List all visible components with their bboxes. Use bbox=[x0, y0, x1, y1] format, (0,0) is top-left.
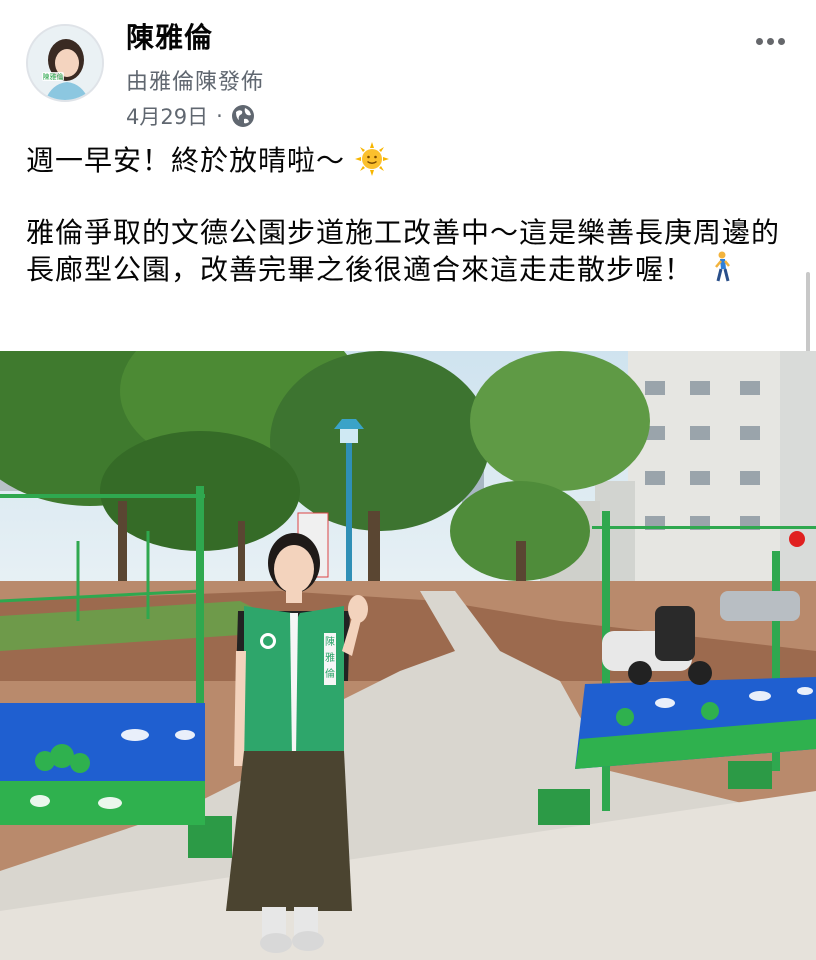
sun-face-emoji bbox=[354, 142, 389, 176]
avatar-badge-text: 陳雅倫 bbox=[43, 72, 64, 81]
post-text-line1: 週一早安！終於放晴啦～ bbox=[26, 142, 786, 179]
vest-name-2: 雅 bbox=[325, 651, 335, 664]
vest-name-3: 倫 bbox=[325, 667, 335, 680]
posted-by-label: 由雅倫陳發佈 bbox=[126, 70, 265, 95]
post-header: 陳雅倫 陳雅倫 由雅倫陳發佈 4月29日 · bbox=[0, 0, 816, 140]
parked-car bbox=[720, 591, 800, 621]
globe-icon bbox=[231, 105, 254, 127]
avatar-portrait: 陳雅倫 bbox=[28, 26, 102, 100]
post-text-paragraph2: 雅倫爭取的文德公園步道施工改善中～這是樂善長庚周邊的長廊型公園，改善完畢之後很適… bbox=[26, 215, 786, 288]
more-dot bbox=[777, 37, 785, 45]
post-text: 週一早安！終於放晴啦～ 雅倫爭取的文德公園步道施工改善中～這是樂善長庚周邊的長廊… bbox=[26, 142, 786, 288]
more-dot bbox=[766, 37, 774, 45]
post-meta: 4月29日 · bbox=[126, 101, 255, 131]
greeting-text: 週一早安！終於放晴啦～ bbox=[26, 144, 346, 177]
walking-person-emoji bbox=[714, 251, 730, 282]
vest-name-1: 陳 bbox=[325, 636, 335, 648]
more-horizontal-icon bbox=[755, 37, 763, 45]
author-name[interactable]: 陳雅倫 bbox=[126, 16, 213, 56]
body-text: 雅倫爭取的文德公園步道施工改善中～這是樂善長庚周邊的長廊型公園，改善完畢之後很適… bbox=[26, 216, 781, 286]
more-options-button[interactable] bbox=[750, 26, 790, 56]
author-avatar[interactable]: 陳雅倫 bbox=[26, 24, 104, 102]
post-photo[interactable]: 陳 雅 倫 bbox=[0, 351, 816, 960]
post-date[interactable]: 4月29日 bbox=[126, 101, 208, 131]
meta-separator: · bbox=[216, 104, 223, 128]
